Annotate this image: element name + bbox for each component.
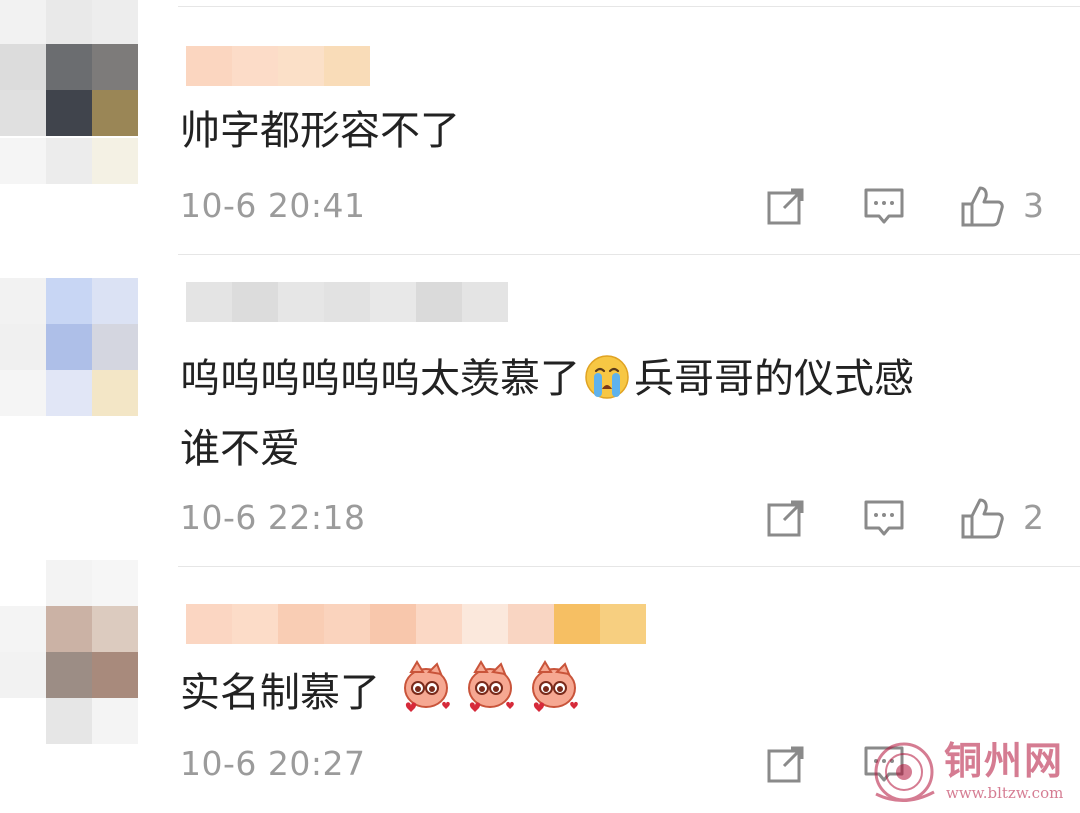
comment-meta: 10-6 22:18 2	[180, 496, 1044, 540]
avatar-lower	[0, 138, 140, 186]
comment-text: 实名制慕了	[180, 658, 1040, 732]
username-mosaic[interactable]	[186, 604, 692, 644]
pink-cat-heart-sticker	[527, 658, 583, 732]
reply-icon[interactable]	[862, 496, 906, 540]
comment-item: 呜呜呜呜呜呜太羡慕了 兵哥哥的仪式感 谁不爱 10-6 22:18 2	[0, 256, 1080, 566]
avatar[interactable]	[0, 0, 140, 138]
thumbs-up-icon[interactable]	[960, 184, 1004, 228]
username-mosaic[interactable]	[186, 282, 508, 322]
watermark-url: www.bltzw.com	[946, 784, 1064, 802]
comment-text: 呜呜呜呜呜呜太羡慕了 兵哥哥的仪式感 谁不爱	[180, 348, 1040, 480]
divider	[178, 254, 1080, 255]
watermark-logo-icon	[874, 742, 935, 802]
watermark-title: 铜州网	[944, 738, 1065, 783]
site-watermark: 铜州网 www.bltzw.com	[870, 738, 1075, 810]
comment-text-line: 谁不爱	[180, 426, 300, 472]
pink-cat-heart-sticker	[399, 658, 455, 732]
comment-text-part: 呜呜呜呜呜呜太羡慕了	[180, 356, 580, 402]
timestamp: 10-6 22:18	[180, 498, 366, 537]
comment-text: 帅字都形容不了	[180, 108, 460, 154]
share-icon[interactable]	[764, 742, 808, 786]
comment-text-part: 兵哥哥的仪式感	[634, 356, 914, 402]
thumbs-up-icon[interactable]	[960, 496, 1004, 540]
share-icon[interactable]	[764, 496, 808, 540]
like-count: 3	[1023, 186, 1044, 225]
timestamp: 10-6 20:41	[180, 186, 366, 225]
comment-meta: 10-6 20:41 3	[180, 184, 1044, 228]
crying-face-emoji	[584, 354, 630, 418]
avatar[interactable]	[0, 560, 140, 746]
comment-text-part: 实名制慕了	[180, 670, 380, 716]
pink-cat-heart-sticker	[463, 658, 519, 732]
like-count: 2	[1023, 498, 1044, 537]
avatar[interactable]	[0, 278, 140, 418]
reply-icon[interactable]	[862, 184, 906, 228]
comment-item: 帅字都形容不了 10-6 20:41 3	[0, 0, 1080, 250]
timestamp: 10-6 20:27	[180, 744, 366, 783]
share-icon[interactable]	[764, 184, 808, 228]
username-mosaic[interactable]	[186, 46, 370, 86]
